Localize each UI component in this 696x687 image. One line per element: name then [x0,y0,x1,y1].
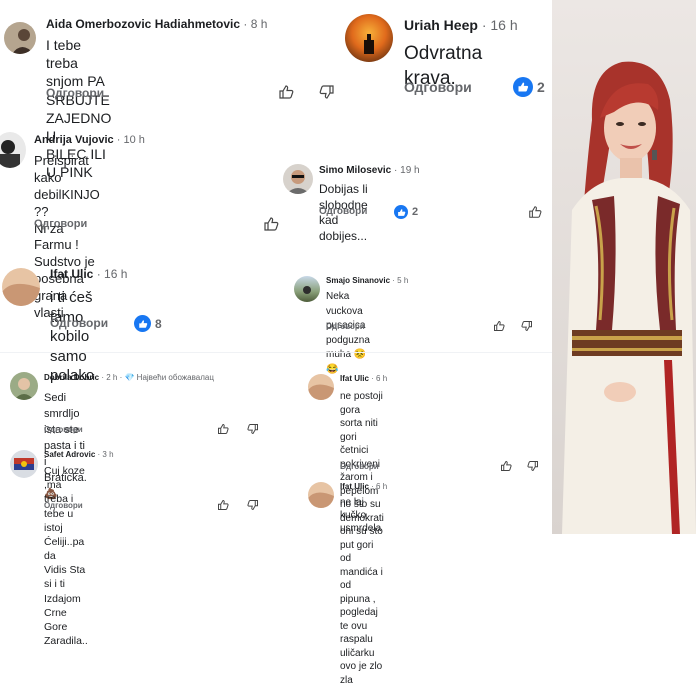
like-reaction-icon [513,77,533,97]
reply-button[interactable]: Одговори [404,79,472,95]
avatar[interactable] [10,372,38,400]
comment-text: ne postoji gora sorta niti gori četnici … [340,391,384,686]
reply-button[interactable]: Одговори [50,316,108,330]
comment-text: i ti ćeš tamo kobilo samo polako [50,289,95,384]
dislike-button[interactable] [520,320,534,332]
avatar[interactable] [283,164,313,194]
like-reaction-icon [394,205,408,219]
author-name[interactable]: Ifat Ulic · 6 h [340,482,387,491]
avatar-photo-icon [12,29,34,54]
avatar-photo-icon [14,458,34,470]
dislike-button[interactable] [318,84,336,100]
author-name[interactable]: Smajo Sinanovic · 5 h [326,276,408,285]
like-count: 2 [537,79,545,95]
avatar-photo-icon [286,170,310,194]
reply-button[interactable]: Одговори [46,86,104,100]
thumbs-down-icon [521,321,532,331]
comment-text: Cuj koze ,ma treba i tebe u istoj Ćeliji… [44,465,88,648]
woman-portrait-photo [552,0,696,534]
like-count: 2 [412,206,419,218]
dislike-button[interactable] [246,499,260,511]
avatar[interactable] [308,482,334,508]
reaction-count[interactable]: 2 [513,77,545,97]
comment-time: · 16 h [481,17,518,33]
thumbs-up-icon [279,85,294,99]
comment-time: · 16 h [96,267,128,281]
comment-time: · 6 h [371,482,388,491]
avatar[interactable] [308,374,334,400]
thumbs-up-icon [529,206,542,218]
thumbs-down-icon [319,85,334,99]
reply-button[interactable]: Одговори [34,218,87,230]
author-name[interactable]: Aida Omerbozovic Hadiahmetovic · 8 h [46,17,267,31]
reply-button[interactable]: Одговори [44,425,83,434]
author-name[interactable]: Simo Milosevic · 19 h [319,165,420,176]
like-count: 8 [155,316,162,331]
like-button[interactable] [527,205,543,219]
avatar-photo-icon [14,378,34,400]
comment-time: · 8 h [243,17,268,31]
author-name[interactable]: Dobrila Dobric · 2 h · 💎 Највећи обожава… [44,373,214,382]
avatar-photo-icon [303,286,311,294]
reply-button[interactable]: Одговори [44,501,83,510]
like-button[interactable] [216,499,230,511]
author-name[interactable]: Safet Adrovic · 3 h [44,450,114,459]
comment-time: · 3 h [97,450,114,459]
thumbs-up-icon [264,217,279,231]
like-button[interactable] [499,460,513,472]
avatar[interactable] [10,450,38,478]
avatar-photo-icon [2,283,40,306]
avatar-photo-icon [364,34,374,54]
thumbs-down-icon [247,424,258,434]
thumbs-up-icon [501,461,512,471]
like-button[interactable] [492,320,506,332]
like-button[interactable] [277,84,295,100]
avatar[interactable] [0,132,26,168]
author-name[interactable]: Ifat Ulic · 6 h [340,374,387,383]
reply-button[interactable]: Одговори [319,206,367,217]
author-name[interactable]: Andrija Vujovic · 10 h [34,134,145,146]
thumbs-up-icon [494,321,505,331]
avatar[interactable] [345,14,393,62]
avatar[interactable] [2,268,40,306]
avatar-photo-icon [308,384,334,400]
reaction-count[interactable]: 8 [134,315,162,332]
avatar[interactable] [4,22,36,54]
comment-time: · 5 h [392,276,409,285]
thumbs-down-icon [247,500,258,510]
section-divider [0,352,552,353]
comment-time: · 2 h · 💎 Највећи обожавалац [101,373,214,382]
comment-time: · 19 h [394,165,420,176]
like-button[interactable] [262,216,280,232]
avatar-photo-icon [308,492,334,508]
reply-button[interactable]: Одговори [340,462,379,471]
dislike-button[interactable] [246,423,260,435]
reply-button[interactable]: Одговори [326,322,365,331]
dislike-button[interactable] [526,460,540,472]
avatar-photo-icon [0,140,20,168]
thumbs-up-icon [218,500,229,510]
thumbs-up-icon [218,424,229,434]
comment-time: · 10 h [116,134,145,146]
comment-text: Neka vuckova pusacica podguzna muha 😣 😂 [326,291,370,375]
thumbs-down-icon [527,461,538,471]
author-name[interactable]: Uriah Heep · 16 h [404,17,518,33]
comment-text: ne laj kučko usmrdela [340,497,382,534]
avatar[interactable] [294,276,320,302]
author-name[interactable]: Ifat Ulic · 16 h [50,267,127,281]
reaction-count[interactable]: 2 [394,205,418,219]
like-button[interactable] [216,423,230,435]
portrait-illustration-icon [562,61,696,534]
like-reaction-icon [134,315,151,332]
comment-time: · 6 h [371,374,388,383]
